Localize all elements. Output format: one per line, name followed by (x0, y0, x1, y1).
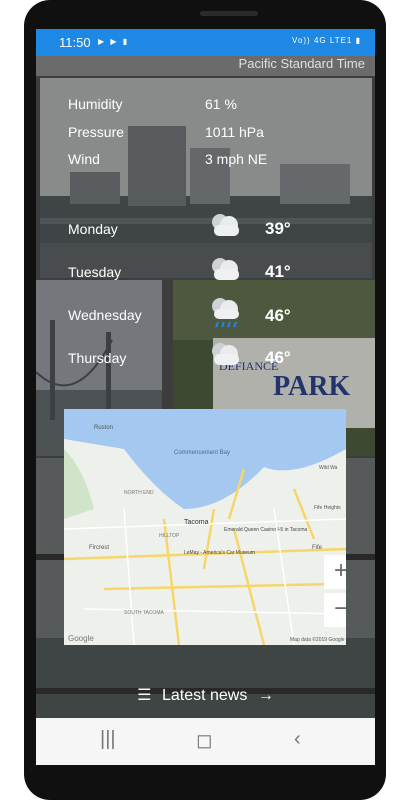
map-label: Wild Wa (319, 465, 338, 471)
arrow-right-icon: → (257, 687, 274, 704)
pressure-value: 1011 hPa (205, 124, 264, 140)
humidity-value: 61 % (205, 96, 237, 112)
forecast-temp: 46° (265, 306, 291, 325)
map-label: Ruston (94, 425, 113, 431)
screen: 11:50 ▶ ▶ ▮ Vo)) 4G LTE1 ▮ Pacific Stand… (36, 29, 375, 765)
map-label: SOUTH TACOMA (124, 610, 164, 616)
signal-icons: Vo)) 4G LTE1 ▮ (292, 36, 361, 45)
weather-content[interactable]: Pacific Standard Time PARK DEFIANCE Humi… (36, 56, 375, 718)
map-label: LeMay - America's Car Museum (184, 550, 255, 556)
map-label: Commencement Bay (174, 450, 230, 456)
cloudy-icon (212, 343, 239, 365)
status-bar: 11:50 ▶ ▶ ▮ Vo)) 4G LTE1 ▮ (36, 29, 375, 56)
map-label: Tacoma (184, 519, 209, 526)
list-icon: ☰ (137, 687, 152, 704)
speaker-grille (200, 11, 258, 16)
map-label: Fircrest (89, 545, 109, 551)
rain-icon (212, 298, 239, 328)
forecast-temp: 46° (265, 348, 291, 367)
map-label: Emerald Queen Casino I-5 in Tacoma (224, 527, 308, 533)
map-canvas[interactable]: Ruston Commencement Bay NORTH END Tacoma… (64, 409, 346, 645)
wind-label: Wind (68, 151, 100, 167)
zoom-out-button[interactable]: − (324, 593, 346, 627)
navigation-bar: ||| ◻ ‹ (36, 718, 375, 765)
map-label: HILLTOP (159, 533, 180, 539)
back-button[interactable]: ‹ (294, 728, 301, 751)
forecast-day: Wednesday (68, 307, 142, 323)
latest-news-label: Latest news (161, 687, 248, 704)
status-time: 11:50 (59, 35, 91, 50)
forecast-temp: 41° (265, 262, 291, 281)
forecast-day: Thursday (68, 350, 127, 366)
map-view[interactable]: Ruston Commencement Bay NORTH END Tacoma… (64, 409, 346, 645)
timezone-label: Pacific Standard Time (238, 56, 365, 71)
wind-value: 3 mph NE (205, 151, 268, 167)
pressure-label: Pressure (68, 124, 125, 140)
map-attribution: Map data ©2019 Google (290, 636, 345, 643)
map-label: NORTH END (124, 490, 154, 496)
photo-tile-header: Pacific Standard Time (36, 56, 375, 76)
recent-apps-button[interactable]: ||| (100, 728, 116, 751)
forecast-day: Monday (68, 221, 118, 237)
map-label: Fife (312, 545, 323, 551)
cloudy-icon (212, 258, 239, 280)
latest-news-button[interactable]: ☰ Latest news → (36, 676, 375, 716)
cloudy-icon (212, 214, 239, 236)
forecast-temp: 39° (265, 219, 291, 238)
zoom-in-button[interactable]: + (324, 555, 346, 589)
humidity-label: Humidity (68, 96, 123, 112)
map-label: Fife Heights (314, 505, 341, 511)
forecast-day: Tuesday (68, 264, 122, 280)
google-logo: Google (68, 634, 94, 643)
home-button[interactable]: ◻ (196, 728, 213, 753)
notification-icons: ▶ ▶ ▮ (98, 37, 130, 46)
